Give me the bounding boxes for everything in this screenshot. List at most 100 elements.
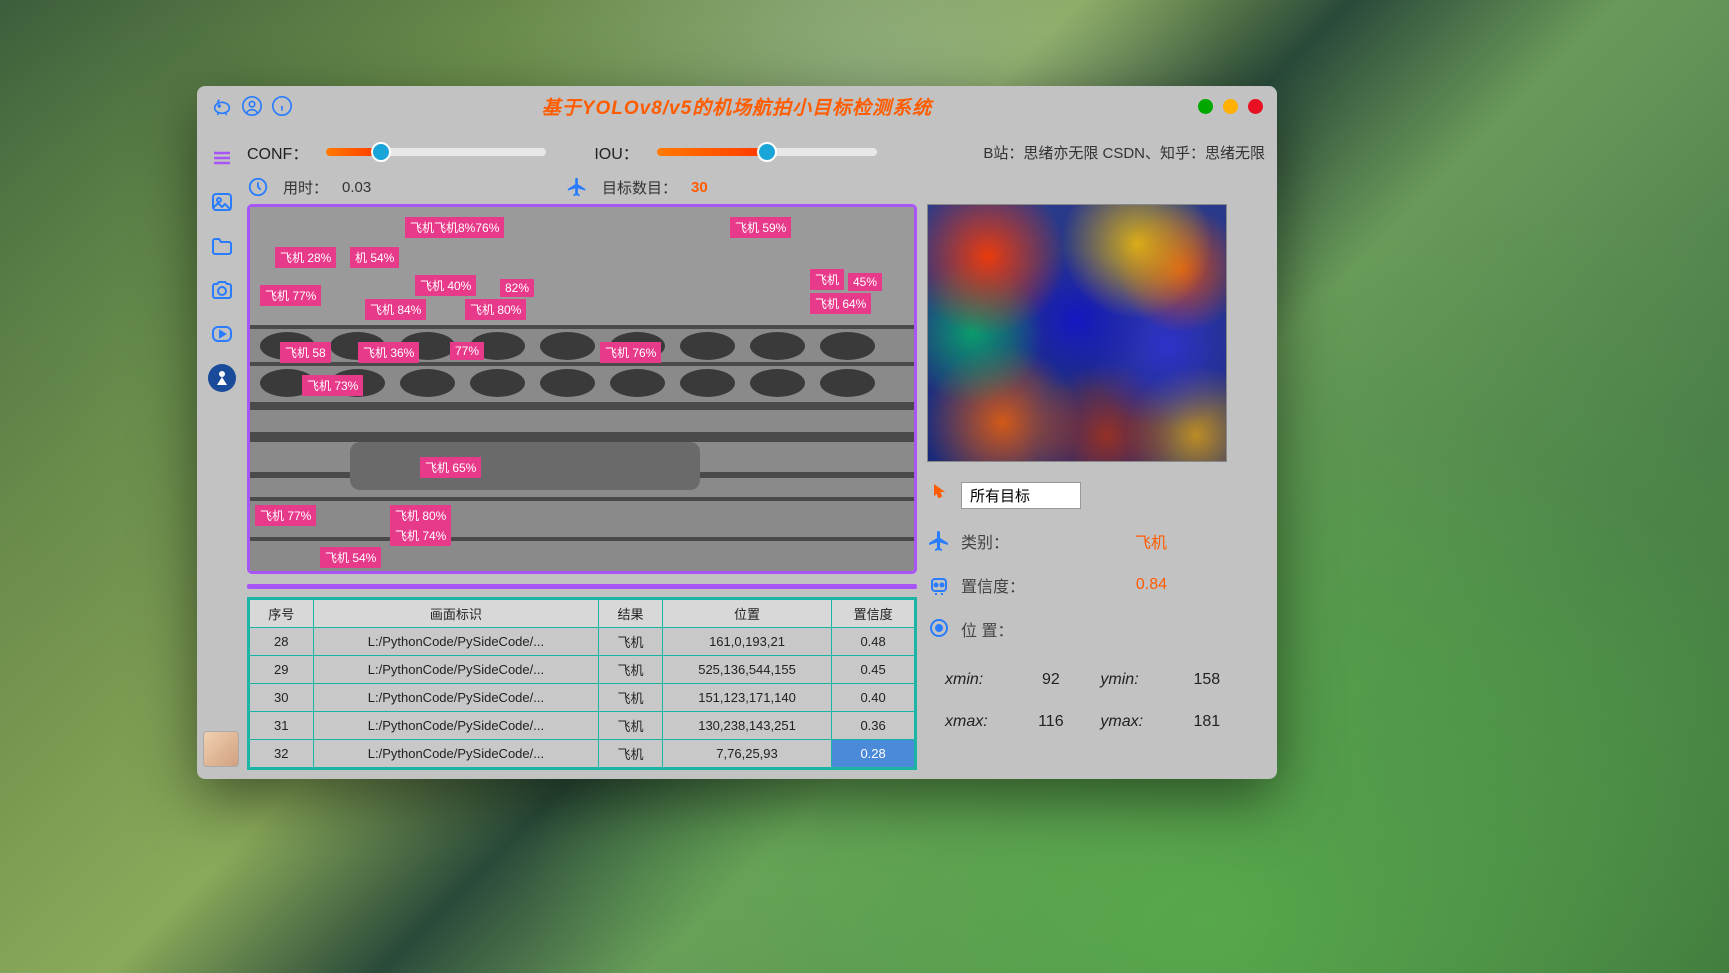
robot-icon: [927, 573, 951, 597]
table-header: 位置: [662, 600, 831, 628]
table-header: 结果: [599, 600, 663, 628]
target-select[interactable]: [961, 482, 1081, 509]
detection-label: 飞机 65%: [420, 457, 481, 478]
table-cell: 飞机: [599, 628, 663, 656]
confidence-value: 0.84: [1136, 576, 1227, 594]
table-row[interactable]: 28L:/PythonCode/PySideCode/...飞机161,0,19…: [250, 628, 915, 656]
detection-label: 飞机 36%: [358, 342, 419, 363]
table-cell: L:/PythonCode/PySideCode/...: [313, 628, 599, 656]
detection-label: 飞机 54%: [320, 547, 381, 568]
table-cell: 0.40: [832, 684, 915, 712]
xmax-label: xmax:: [945, 713, 1001, 731]
table-row[interactable]: 29L:/PythonCode/PySideCode/...飞机525,136,…: [250, 656, 915, 684]
table-header: 置信度: [832, 600, 915, 628]
class-value: 飞机: [1135, 529, 1227, 553]
xmin-label: xmin:: [945, 671, 1001, 689]
time-value: 0.03: [342, 179, 402, 196]
table-row[interactable]: 32L:/PythonCode/PySideCode/...飞机7,76,25,…: [250, 740, 915, 768]
pointer-icon: [927, 484, 951, 508]
confidence-label: 置信度：: [961, 573, 1025, 597]
image-icon[interactable]: [208, 188, 236, 216]
conf-slider[interactable]: [326, 148, 546, 156]
table-cell: 飞机: [599, 740, 663, 768]
plane-small-icon: [927, 529, 951, 553]
table-cell: 0.48: [832, 628, 915, 656]
table-row[interactable]: 31L:/PythonCode/PySideCode/...飞机130,238,…: [250, 712, 915, 740]
table-cell: 飞机: [599, 684, 663, 712]
detection-label: 飞机 77%: [255, 505, 316, 526]
table-cell: 31: [250, 712, 314, 740]
divider: [247, 584, 917, 589]
detection-label: 飞机 58: [280, 342, 331, 363]
table-cell: 0.36: [832, 712, 915, 740]
count-value: 30: [691, 179, 751, 196]
table-cell: 32: [250, 740, 314, 768]
detection-label: 机 54%: [350, 247, 399, 268]
iou-label: IOU：: [594, 140, 638, 164]
detection-image[interactable]: 飞机飞机8%76% 飞机 59% 飞机 28% 机 54% 飞机 77% 飞机 40% 82…: [247, 204, 917, 574]
camera-icon[interactable]: [208, 276, 236, 304]
detection-label: 77%: [450, 342, 484, 360]
detection-label: 飞机 77%: [260, 285, 321, 306]
menu-icon[interactable]: [208, 144, 236, 172]
sidebar: [205, 144, 239, 392]
table-cell: 0.28: [832, 740, 915, 768]
model-icon[interactable]: [208, 364, 236, 392]
detection-label: 飞机 28%: [275, 247, 336, 268]
xmin-value: 92: [1031, 671, 1070, 689]
table-cell: L:/PythonCode/PySideCode/...: [313, 740, 599, 768]
detection-label: 飞机飞机8%76%: [405, 217, 504, 238]
plane-icon: [566, 176, 588, 198]
coords-grid: xmin: 92 ymin: 158 xmax: 116 ymax: 181: [927, 671, 1227, 731]
detection-label: 飞机 74%: [390, 525, 451, 546]
table-cell: 飞机: [599, 712, 663, 740]
detection-label: 82%: [500, 279, 534, 297]
clock-icon: [247, 176, 269, 198]
avatar[interactable]: [203, 731, 239, 767]
detection-label: 飞机 64%: [810, 293, 871, 314]
ymin-value: 158: [1187, 671, 1227, 689]
results-table[interactable]: 序号画面标识结果位置置信度 28L:/PythonCode/PySideCode…: [247, 597, 917, 770]
credits-text: B站：思绪亦无限 CSDN、知乎：思绪无限: [983, 142, 1265, 163]
table-cell: 28: [250, 628, 314, 656]
table-cell: 7,76,25,93: [662, 740, 831, 768]
detection-label: 飞机 40%: [415, 275, 476, 296]
table-cell: 525,136,544,155: [662, 656, 831, 684]
position-label: 位 置：: [961, 617, 1013, 641]
table-cell: L:/PythonCode/PySideCode/...: [313, 684, 599, 712]
detection-label: 飞机 76%: [600, 342, 661, 363]
heatmap-image[interactable]: [927, 204, 1227, 462]
class-label: 类别：: [961, 529, 1009, 553]
xmax-value: 116: [1031, 713, 1070, 731]
folder-icon[interactable]: [208, 232, 236, 260]
location-icon: [927, 617, 951, 641]
detection-label: 飞机: [810, 269, 844, 290]
ymax-label: ymax:: [1100, 713, 1156, 731]
table-cell: 29: [250, 656, 314, 684]
ymax-value: 181: [1187, 713, 1227, 731]
table-cell: 130,238,143,251: [662, 712, 831, 740]
table-row[interactable]: 30L:/PythonCode/PySideCode/...飞机151,123,…: [250, 684, 915, 712]
table-header: 画面标识: [313, 600, 599, 628]
table-cell: 飞机: [599, 656, 663, 684]
video-icon[interactable]: [208, 320, 236, 348]
detection-label: 飞机 59%: [730, 217, 791, 238]
table-cell: L:/PythonCode/PySideCode/...: [313, 712, 599, 740]
table-header: 序号: [250, 600, 314, 628]
count-label: 目标数目：: [602, 177, 677, 198]
detection-label: 飞机 84%: [365, 299, 426, 320]
app-window: 基于YOLOv8/v5的机场航拍小目标检测系统 CONF： IOU：: [197, 86, 1277, 779]
detection-label: 飞机 73%: [302, 375, 363, 396]
detection-label: 飞机 80%: [465, 299, 526, 320]
conf-label: CONF：: [247, 140, 308, 164]
table-cell: 30: [250, 684, 314, 712]
table-cell: 161,0,193,21: [662, 628, 831, 656]
detection-label: 飞机 80%: [390, 505, 451, 526]
ymin-label: ymin:: [1100, 671, 1156, 689]
table-cell: 0.45: [832, 656, 915, 684]
table-cell: 151,123,171,140: [662, 684, 831, 712]
iou-slider[interactable]: [657, 148, 877, 156]
titlebar: 基于YOLOv8/v5的机场航拍小目标检测系统: [197, 86, 1277, 126]
app-title: 基于YOLOv8/v5的机场航拍小目标检测系统: [197, 93, 1277, 120]
table-cell: L:/PythonCode/PySideCode/...: [313, 656, 599, 684]
